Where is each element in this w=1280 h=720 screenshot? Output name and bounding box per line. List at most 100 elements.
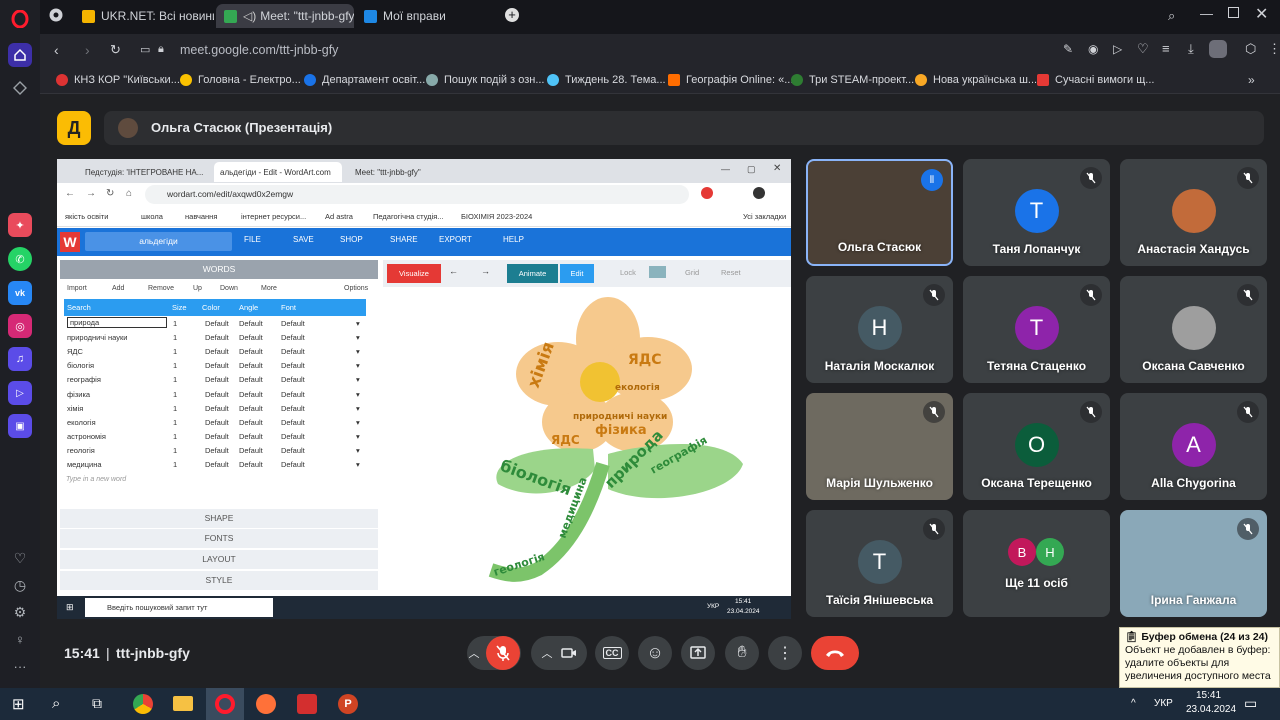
lightbulb-icon[interactable]: ♀ xyxy=(8,627,32,651)
tray-chevron-icon[interactable]: ^ xyxy=(1131,698,1136,709)
messenger-icon[interactable]: ✦ xyxy=(8,213,32,237)
shared-forward-icon: → xyxy=(86,188,96,199)
bookmark-item[interactable]: Головна - Електро... xyxy=(180,74,301,86)
edit-icon[interactable]: ✎ xyxy=(1063,42,1073,56)
tab-ukrnet[interactable]: UKR.NET: Всі новини Укр xyxy=(74,4,214,28)
instagram-icon[interactable]: ◎ xyxy=(8,314,32,338)
participant-name: Тетяна Стаценко xyxy=(986,359,1087,373)
taskbar-time[interactable]: 15:41 xyxy=(1196,690,1221,701)
captions-button[interactable]: CC xyxy=(595,636,629,670)
easy-setup-icon[interactable]: ≡ xyxy=(1162,41,1170,56)
bookmark-item[interactable]: КНЗ КОР "Київськи... xyxy=(56,74,180,86)
participant-tile[interactable]: Т Таня Лопанчук xyxy=(963,159,1110,266)
home-icon[interactable] xyxy=(8,43,32,67)
cloud-word: природничі науки xyxy=(573,411,667,422)
mic-options-chevron-icon[interactable]: ︿ xyxy=(469,645,480,661)
new-tab-button[interactable]: + xyxy=(505,8,519,22)
camera-options-chevron-icon[interactable]: ︿ xyxy=(542,645,553,661)
word-row: медицина 1 Default Default Default ▾ xyxy=(67,460,360,469)
url-field[interactable]: meet.google.com/ttt-jnbb-gfy xyxy=(180,43,338,57)
word-row: природничі науки 1 Default Default Default ▾ xyxy=(67,333,360,343)
speed-dial-icon[interactable] xyxy=(8,76,32,100)
section-layout: LAYOUT xyxy=(60,550,378,569)
back-icon[interactable]: ‹ xyxy=(54,42,59,58)
history-icon[interactable]: ◷ xyxy=(8,573,32,597)
taskbar-date[interactable]: 23.04.2024 xyxy=(1186,704,1236,715)
search-icon[interactable]: ⌕ xyxy=(52,695,60,712)
profile-icon[interactable] xyxy=(1209,40,1227,58)
participant-tile[interactable]: Оксана Савченко xyxy=(1120,276,1267,383)
firefox-icon[interactable] xyxy=(256,694,276,714)
forward-icon[interactable]: › xyxy=(85,42,90,58)
notifications-icon[interactable]: ▭ xyxy=(1244,695,1257,712)
bookmark-item[interactable]: Три STEAM-проект... xyxy=(791,74,914,86)
tab-my-exercises[interactable]: Мої вправи xyxy=(356,4,466,28)
lock-icon[interactable]: 🔒︎ xyxy=(158,43,164,56)
tab-meet[interactable]: ◁) Meet: "ttt-jnbb-gfy" xyxy=(216,4,354,28)
speaker-icon[interactable]: ◁) xyxy=(243,9,256,23)
participant-tile[interactable]: Н Наталія Москалюк xyxy=(806,276,953,383)
bookmark-item[interactable]: Географія Online: «... xyxy=(668,74,793,86)
reactions-button[interactable]: ☺ xyxy=(638,636,672,670)
more-bookmarks-icon[interactable]: » xyxy=(1248,73,1255,87)
clipboard-title: 📋︎ Буфер обмена (24 из 24) xyxy=(1125,631,1268,643)
raise-hand-button[interactable]: ✋︎ xyxy=(725,636,759,670)
task-view-icon[interactable]: ⧉ xyxy=(92,695,102,712)
snapshot-icon[interactable]: ◉ xyxy=(1088,42,1098,56)
vk-icon[interactable]: vk xyxy=(8,281,32,305)
maximize-button[interactable] xyxy=(1228,7,1239,18)
search-tabs-icon[interactable]: ⌕ xyxy=(1168,8,1175,24)
send-icon[interactable]: ▷ xyxy=(1113,42,1122,56)
download-icon[interactable]: ⤓ xyxy=(1188,41,1194,57)
opera-logo-icon[interactable] xyxy=(8,7,32,31)
participant-tile[interactable]: Анастасія Хандусь xyxy=(1120,159,1267,266)
reload-icon[interactable]: ↻ xyxy=(110,42,121,58)
more-icon[interactable]: ··· xyxy=(8,654,32,678)
leave-call-button[interactable] xyxy=(811,636,859,670)
settings-icon[interactable]: ⚙ xyxy=(8,600,32,624)
participant-photo xyxy=(1171,189,1216,233)
mic-off-button[interactable] xyxy=(485,636,520,670)
bookmark-item[interactable]: Департамент освіт... xyxy=(304,74,425,86)
participant-tile[interactable]: ⦀ Ольга Стасюк xyxy=(806,159,953,266)
participant-tile[interactable]: A Alla Chygorina xyxy=(1120,393,1267,500)
windows-start-icon[interactable]: ⊞ xyxy=(12,695,25,713)
font-dropdown-icon: ▾ xyxy=(356,361,360,371)
powerpoint-icon[interactable]: P xyxy=(338,694,358,714)
presenter-name: Ольга Стасюк (Презентація) xyxy=(151,120,333,135)
camera-icon[interactable] xyxy=(560,647,577,659)
wallet-icon[interactable]: ▣ xyxy=(8,414,32,438)
player-icon[interactable]: ▷ xyxy=(8,381,32,405)
heart-icon[interactable]: ♡ xyxy=(8,546,32,570)
participant-photo xyxy=(1171,306,1216,350)
participant-tile[interactable]: Т Таїсія Янішевська xyxy=(806,510,953,617)
participant-tile[interactable]: О Оксана Терещенко xyxy=(963,393,1110,500)
bookmark-item[interactable]: Пошук подій з озн... xyxy=(426,74,545,86)
canvas-toolbar: Visualize ← → Animate Edit Lock Grid Res… xyxy=(383,260,791,287)
input-language[interactable]: УКР xyxy=(1154,698,1173,709)
more-options-button[interactable]: ⋮ xyxy=(768,636,802,670)
extensions-icon[interactable]: ⬡ xyxy=(1245,41,1256,57)
bookmark-item[interactable]: Нова українська ш... xyxy=(915,74,1037,86)
favorite-icon[interactable]: ♡ xyxy=(1137,41,1149,57)
bookmark-item[interactable]: Сучасні вимоги щ... xyxy=(1037,74,1154,86)
present-screen-button[interactable] xyxy=(681,636,715,670)
clipboard-notification[interactable]: 📋︎ Буфер обмена (24 из 24) Объект не доба… xyxy=(1119,627,1280,688)
menu-icon[interactable]: ⋮ xyxy=(1268,41,1280,57)
participant-avatar: Т xyxy=(857,540,902,584)
bookmark-item[interactable]: Тиждень 28. Тема... xyxy=(547,74,666,86)
minimize-button[interactable]: — xyxy=(1200,6,1213,21)
participant-tile[interactable]: В Н Ще 11 осіб xyxy=(963,510,1110,617)
participant-tile[interactable]: Т Тетяна Стаценко xyxy=(963,276,1110,383)
whatsapp-icon[interactable]: ✆ xyxy=(8,247,32,271)
music-player-icon[interactable]: ♫ xyxy=(8,347,32,371)
tabs-menu-icon[interactable] xyxy=(48,7,64,23)
chrome-taskbar-icon[interactable] xyxy=(133,694,153,714)
acrobat-icon[interactable] xyxy=(297,694,317,714)
participant-tile[interactable]: Марія Шульженко xyxy=(806,393,953,500)
file-explorer-icon[interactable] xyxy=(173,696,193,711)
camera-indicator-icon[interactable]: ▭ xyxy=(140,43,150,56)
participant-name: Alla Chygorina xyxy=(1151,476,1236,490)
close-window-button[interactable]: ✕ xyxy=(1255,4,1268,24)
participant-tile[interactable]: Ірина Ганжала xyxy=(1120,510,1267,617)
